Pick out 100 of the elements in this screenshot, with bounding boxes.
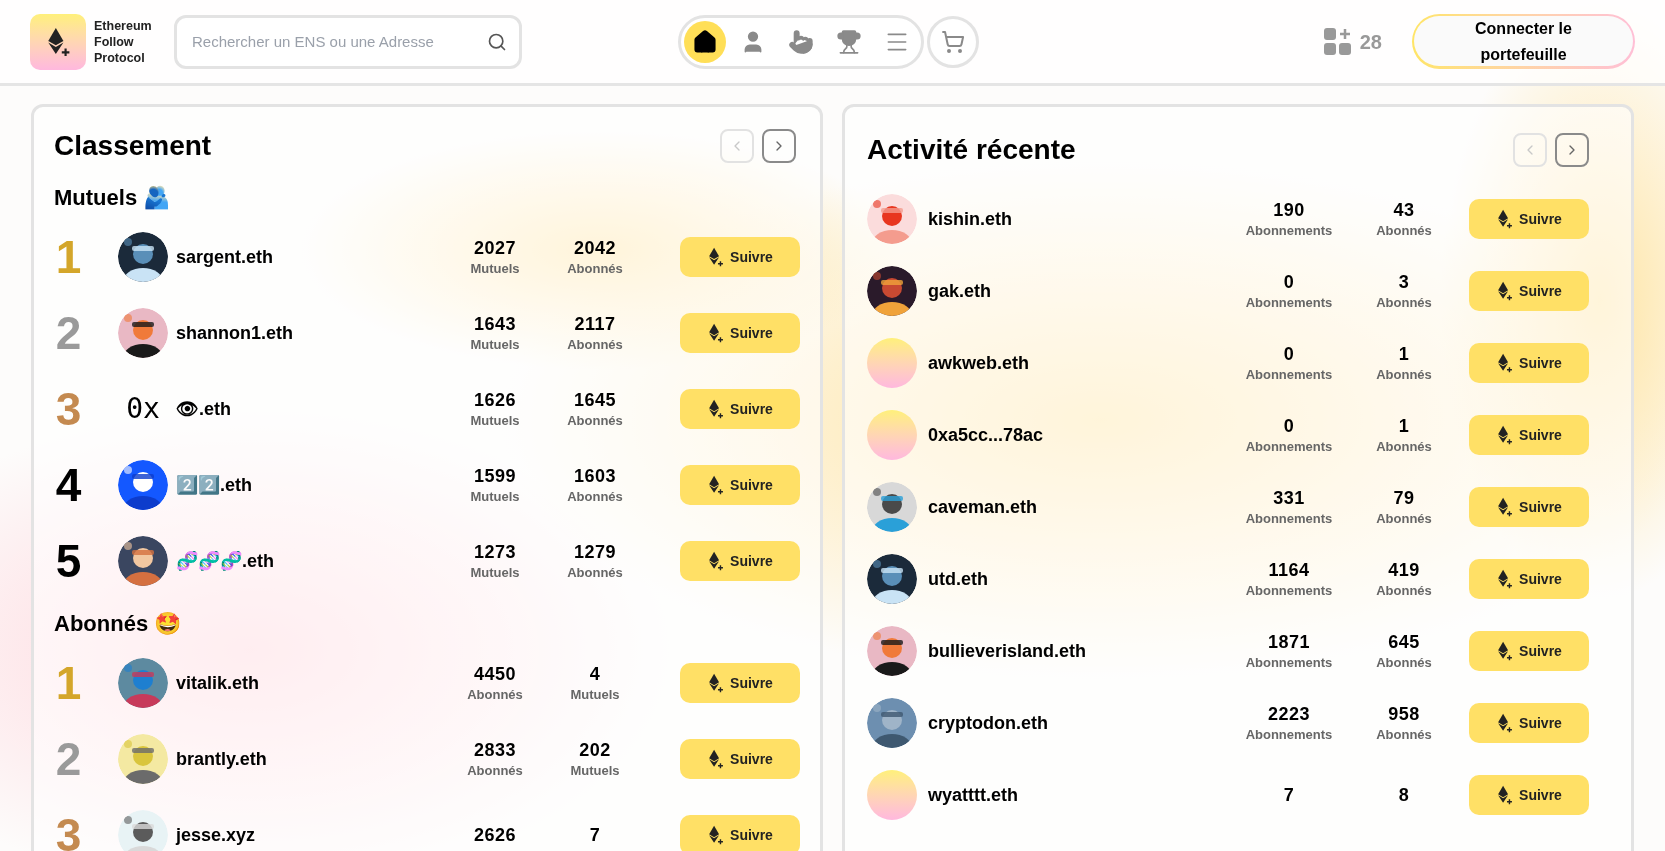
stat-value: 8 [1398,784,1410,807]
stat-label: Abonnements [1245,438,1333,456]
follow-button[interactable]: Suivre [1469,487,1589,527]
stat-value: 1 [1398,415,1410,438]
user-name: bullieverisland.eth [928,639,1087,663]
follow-button[interactable]: Suivre [680,663,800,703]
stat-value: 1645 [574,389,616,412]
rank-number: 3 [54,383,83,435]
stat-label: Abonnés [1376,510,1432,528]
eth-plus-icon [707,475,725,495]
stat-value: 79 [1393,487,1415,510]
next-button[interactable] [1555,133,1589,167]
eth-plus-icon [1496,713,1514,733]
stat-value: 2833 [474,739,516,762]
stat-label: Abonnements [1245,510,1333,528]
user-name: caveman.eth [928,495,1038,519]
stat-value: 4450 [474,663,516,686]
grid-plus-icon [1323,27,1352,56]
stat-value: 1279 [574,541,616,564]
stat-value: 1643 [474,313,516,336]
stat-label: Abonnés [467,762,523,780]
eth-plus-icon [707,673,725,693]
follow-button[interactable]: Suivre [1469,703,1589,743]
avatar-text: 0x [126,391,160,427]
follow-button[interactable]: Suivre [1469,775,1589,815]
logo[interactable] [30,13,86,70]
stat-label: Mutuels [470,564,520,582]
stat-value: 1164 [1268,559,1310,582]
nav-tab[interactable] [684,20,726,63]
follow-button[interactable]: Suivre [1469,343,1589,383]
stat-value: 2117 [574,313,616,336]
follow-button[interactable]: Suivre [680,815,800,851]
stat-value: 4 [589,663,601,686]
follow-button[interactable]: Suivre [680,389,800,429]
user-name: 🧬🧬🧬.eth [176,549,274,573]
follow-button[interactable]: Suivre [680,541,800,581]
stat-label: Abonnés [1376,222,1432,240]
cart-button[interactable] [927,15,979,68]
eth-plus-logo-icon [45,25,71,58]
user-name: 2⃣2⃣.eth [176,473,252,497]
stat-label: Abonnés [1376,726,1432,744]
stat-label: Abonnements [1245,582,1333,600]
follow-button[interactable]: Suivre [680,465,800,505]
rank-number: 5 [54,535,83,587]
section-heading: Mutuels 🫂 [54,184,172,212]
stat-label: Mutuels [570,762,620,780]
rank-number: 2 [54,733,83,785]
search-field[interactable]: Rechercher un ENS ou une Adresse [174,14,522,69]
stat-value: 7 [589,824,601,847]
rank-number: 3 [54,809,83,851]
connect-wallet-button[interactable]: Connecter le portefeuille [1414,16,1633,66]
stat-label: Abonnés [1376,366,1432,384]
eth-plus-icon [707,399,725,419]
home-icon [692,28,718,55]
eth-plus-icon [1496,497,1514,517]
user-name: 👁.eth [176,397,231,421]
eth-plus-icon [1496,425,1514,445]
stat-label: Abonnements [1245,726,1333,744]
stat-label: Mutuels [470,412,520,430]
user-name: kishin.eth [928,207,1012,231]
user-name: shannon1.eth [176,321,293,345]
stat-label: Abonnés [567,412,623,430]
stat-value: 331 [1273,487,1305,510]
stat-value: 190 [1273,199,1305,222]
stat-label: Abonnements [1245,654,1333,672]
user-name: vitalik.eth [176,671,260,695]
stat-label: Abonnés [567,564,623,582]
trophy-icon [836,28,862,55]
eth-plus-icon [1496,785,1514,805]
stat-value: 3 [1398,271,1410,294]
next-button[interactable] [762,129,796,163]
panel-title: Activité récente [867,133,1076,167]
stat-label: Abonnés [1376,582,1432,600]
eth-plus-icon [707,551,725,571]
user-name: cryptodon.eth [928,711,1048,735]
stat-label: Mutuels [470,336,520,354]
stat-value: 0 [1283,271,1295,294]
eth-plus-icon [707,825,725,845]
follow-button[interactable]: Suivre [1469,271,1589,311]
stat-value: 1603 [574,465,616,488]
user-name: brantly.eth [176,747,267,771]
eth-plus-icon [707,749,725,769]
avatar [867,770,917,820]
stat-value: 0 [1283,343,1295,366]
follow-button[interactable]: Suivre [680,237,800,277]
follow-button[interactable]: Suivre [1469,559,1589,599]
follow-button[interactable]: Suivre [1469,631,1589,671]
stat-label: Mutuels [470,260,520,278]
follow-button[interactable]: Suivre [680,313,800,353]
follow-button[interactable]: Suivre [1469,415,1589,455]
follow-button[interactable]: Suivre [680,739,800,779]
stat-value: 2626 [474,824,516,847]
stat-value: 7 [1283,784,1295,807]
stat-value: 2223 [1268,703,1310,726]
follow-button[interactable]: Suivre [1469,199,1589,239]
rank-number: 1 [54,657,83,709]
stat-value: 1626 [474,389,516,412]
stat-value: 43 [1393,199,1415,222]
rank-number: 1 [54,231,83,283]
panel-title: Classement [54,129,212,163]
